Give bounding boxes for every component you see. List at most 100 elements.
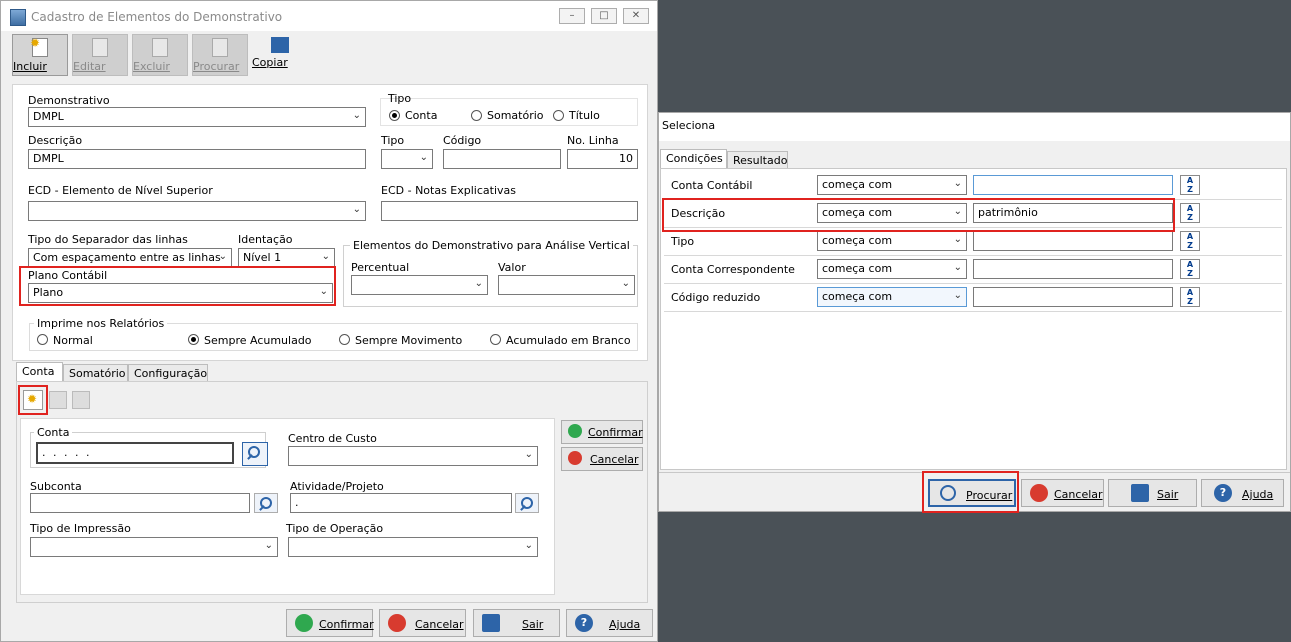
conta-cancelar-button[interactable]: Cancelar [561,447,643,471]
imprime-normal-radio[interactable] [37,334,48,345]
atividade-input[interactable]: . [290,493,512,513]
centro-custo-select[interactable]: ⌄ [288,446,538,466]
procurar-highlight [922,471,1019,513]
excluir-button[interactable]: Excluir [132,34,188,76]
atividade-search-button[interactable] [515,493,539,513]
imprime-sempre-acumulado-radio[interactable] [188,334,199,345]
descricao-row-highlight [662,198,1175,232]
ajuda-button[interactable]: ? Ajuda [566,609,653,637]
help-icon: ? [1214,484,1232,502]
confirmar-button[interactable]: Confirmar [286,609,374,637]
descricao-label: Descrição [28,134,83,147]
imprime-sempre-movimento-radio[interactable] [339,334,350,345]
sair-button[interactable]: Sair [473,609,560,637]
window-title: Cadastro de Elementos do Demonstrativo [31,10,283,24]
seleciona-ajuda-button[interactable]: ? Ajuda [1201,479,1284,507]
edit-conta-icon[interactable] [49,391,67,409]
tab-conta[interactable]: Conta [16,362,63,382]
cancel-icon [388,614,406,632]
seleciona-cancelar-button[interactable]: Cancelar [1021,479,1104,507]
tipo-group-label: Tipo [388,92,412,105]
seleciona-title: Seleciona [662,119,716,132]
tipo-separador-label: Tipo do Separador das linhas [28,233,188,246]
demonstrativo-select[interactable]: DMPL ⌄ [28,107,366,127]
title-bar: Cadastro de Elementos do Demonstrativo –… [1,1,657,31]
condition-operator-select[interactable]: começa com ⌄ [817,175,967,195]
conta-input[interactable]: . . . . . [36,442,234,464]
condition-operator-select[interactable]: começa com ⌄ [817,231,967,251]
procurar-toolbar-button[interactable]: Procurar [192,34,248,76]
tab-somatorio[interactable]: Somatório [63,364,128,382]
subconta-label: Subconta [30,480,82,493]
tipo-somatorio-radio[interactable] [471,110,482,121]
tipo-impressao-select[interactable]: ⌄ [30,537,278,557]
valor-select[interactable]: ⌄ [498,275,635,295]
condition-row: Tipo começa com ⌄ AZ [664,228,1282,256]
close-button[interactable]: ✕ [623,8,649,24]
incluir-button[interactable]: ✹ Incluir [12,34,68,76]
seleciona-sair-button[interactable]: Sair [1108,479,1197,507]
conta-search-button[interactable] [242,442,268,466]
tab-resultado[interactable]: Resultado [727,151,788,169]
tipo-operacao-select[interactable]: ⌄ [288,537,538,557]
tipo-separador-select[interactable]: Com espaçamento entre as linhas ⌄ [28,248,232,268]
percentual-select[interactable]: ⌄ [351,275,488,295]
subconta-search-button[interactable] [254,493,278,513]
condition-operator-select[interactable]: começa com ⌄ [817,259,967,279]
imprime-sempre-movimento-label: Sempre Movimento [355,334,463,347]
chevron-down-icon: ⌄ [264,540,273,551]
check-icon [568,424,582,438]
tipo-titulo-label: Título [569,109,600,122]
delete-conta-icon[interactable] [72,391,90,409]
condition-value-input[interactable] [973,231,1173,251]
identacao-label: Identação [238,233,293,246]
codigo-label: Código [443,134,482,147]
imprime-normal-label: Normal [53,334,93,347]
descricao-input[interactable]: DMPL [28,149,366,169]
tipo-select[interactable]: ⌄ [381,149,433,169]
cadastro-window: Cadastro de Elementos do Demonstrativo –… [0,0,658,642]
minimize-button[interactable]: – [559,8,585,24]
no-linha-input[interactable]: 10 [567,149,638,169]
exit-icon [482,614,500,632]
chevron-down-icon: ⌄ [218,251,227,262]
tab-condicoes[interactable]: Condições [660,149,727,169]
sort-az-icon[interactable]: AZ [1180,203,1200,223]
cancel-icon [568,451,582,465]
imprime-label: Imprime nos Relatórios [34,317,168,330]
percentual-label: Percentual [351,261,410,274]
tipo-titulo-radio[interactable] [553,110,564,121]
tab-configuracao[interactable]: Configuração [128,364,208,382]
sort-az-icon[interactable]: AZ [1180,287,1200,307]
tipo-conta-radio[interactable] [389,110,400,121]
ecd-superior-select[interactable]: ⌄ [28,201,366,221]
copiar-button[interactable]: Copiar [252,34,308,76]
conta-confirmar-button[interactable]: Confirmar [561,420,643,444]
condition-value-input[interactable] [973,287,1173,307]
imprime-sempre-acumulado-label: Sempre Acumulado [204,334,312,347]
imprime-acumulado-branco-radio[interactable] [490,334,501,345]
ecd-notas-input[interactable] [381,201,638,221]
chevron-down-icon: ⌄ [953,234,962,245]
sort-az-icon[interactable]: AZ [1180,175,1200,195]
chevron-down-icon: ⌄ [352,204,361,215]
condition-row: Código reduzido começa com ⌄ AZ [664,284,1282,312]
seleciona-title-bar: Seleciona [659,113,1290,141]
condition-value-input[interactable] [973,175,1173,195]
maximize-button[interactable]: □ [591,8,617,24]
conta-label: Conta [34,426,73,439]
codigo-input[interactable] [443,149,561,169]
plano-contabil-highlight [19,266,336,306]
condition-operator-select[interactable]: começa com ⌄ [817,287,967,307]
editar-button[interactable]: Editar [72,34,128,76]
condition-value-input[interactable] [973,259,1173,279]
sort-az-icon[interactable]: AZ [1180,231,1200,251]
new-document-icon: ✹ [30,36,48,57]
chevron-down-icon: ⌄ [524,540,533,551]
cancelar-button[interactable]: Cancelar [379,609,466,637]
chevron-down-icon: ⌄ [953,290,962,301]
subconta-input[interactable] [30,493,250,513]
sort-az-icon[interactable]: AZ [1180,259,1200,279]
tipo-impressao-label: Tipo de Impressão [30,522,131,535]
identacao-select[interactable]: Nível 1 ⌄ [238,248,335,268]
